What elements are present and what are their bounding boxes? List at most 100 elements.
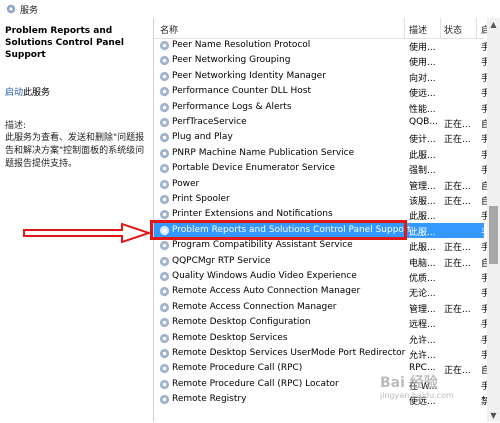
table-row[interactable]: Portable Device Enumerator Service 强制... 手 bbox=[154, 161, 490, 176]
service-name: Remote Access Connection Manager bbox=[172, 301, 337, 312]
service-gear-icon bbox=[159, 364, 170, 374]
table-row[interactable]: Peer Networking Identity Manager 向对... 手 bbox=[154, 69, 490, 84]
table-row[interactable]: Peer Networking Grouping 使用... 手 bbox=[154, 53, 490, 69]
table-row[interactable]: Peer Name Resolution Protocol 使用... 手 bbox=[154, 38, 490, 53]
window-titlebar: 服务 bbox=[0, 0, 500, 18]
table-row[interactable]: Performance Counter DLL Host 使远... 手 bbox=[154, 84, 490, 100]
description-label: 描述: bbox=[5, 121, 27, 131]
table-row[interactable]: Remote Desktop Configuration 远程... 手 bbox=[154, 315, 490, 331]
service-name: Power bbox=[172, 178, 200, 189]
service-gear-icon bbox=[159, 148, 170, 158]
scroll-up-icon[interactable]: ▲ bbox=[487, 18, 500, 31]
start-service-link-row: 启动此服务 bbox=[5, 85, 50, 98]
service-gear-icon bbox=[159, 241, 170, 251]
service-name: PNRP Machine Name Publication Service bbox=[172, 147, 355, 158]
service-name: Program Compatibility Assistant Service bbox=[172, 240, 353, 251]
service-description-cell: 该服... bbox=[409, 197, 436, 207]
service-name: Peer Name Resolution Protocol bbox=[172, 40, 311, 50]
table-row[interactable]: Remote Access Auto Connection Manager 无论.… bbox=[154, 284, 490, 300]
service-status: 正在... bbox=[444, 243, 471, 254]
service-description-cell: 允许... bbox=[409, 351, 436, 361]
service-description-cell: 电脑... bbox=[409, 258, 436, 269]
service-name: Remote Desktop Configuration bbox=[172, 317, 311, 328]
start-service-link[interactable]: 启动 bbox=[5, 88, 23, 98]
table-row[interactable]: QQPCMgr RTP Service 电脑... 正在... 自 bbox=[154, 254, 490, 269]
service-description-cell: 性能... bbox=[409, 104, 436, 115]
service-gear-icon bbox=[159, 271, 170, 282]
service-name: Plug and Play bbox=[172, 132, 233, 143]
service-name: Performance Logs & Alerts bbox=[172, 101, 292, 112]
service-gear-icon bbox=[159, 56, 170, 66]
service-gear-icon bbox=[159, 287, 170, 297]
service-gear-icon bbox=[159, 333, 170, 343]
column-header-name[interactable]: 名称 bbox=[160, 23, 178, 36]
description-pane: Problem Reports and Solutions Control Pa… bbox=[0, 18, 150, 422]
service-description-cell: 允许... bbox=[409, 335, 436, 346]
table-row[interactable] bbox=[154, 408, 484, 423]
table-row[interactable]: Quality Windows Audio Video Experience 优质… bbox=[154, 269, 490, 284]
service-description-cell: 无论... bbox=[409, 289, 436, 300]
service-gear-icon bbox=[159, 256, 170, 266]
column-separator[interactable] bbox=[440, 18, 441, 38]
column-header-status[interactable]: 状态 bbox=[444, 23, 462, 36]
service-description-cell: 使远... bbox=[409, 89, 436, 100]
service-name: Print Spooler bbox=[172, 194, 230, 204]
scroll-down-icon[interactable]: ▼ bbox=[487, 409, 500, 422]
service-name: Peer Networking Identity Manager bbox=[172, 70, 326, 81]
table-row[interactable]: Remote Access Connection Manager 管理... 正在.… bbox=[154, 300, 490, 315]
table-row[interactable]: Print Spooler 该服... 正在... 自 bbox=[154, 192, 490, 207]
scrollbar-thumb[interactable] bbox=[489, 206, 498, 264]
service-description-cell: 使计... bbox=[409, 135, 436, 146]
watermark-url: jingyan.baidu.com bbox=[380, 391, 454, 400]
service-gear-icon bbox=[159, 133, 170, 143]
vertical-scrollbar[interactable]: ▲ ▼ bbox=[487, 18, 500, 422]
service-description-cell: QQB... bbox=[409, 117, 438, 127]
service-status: 正在... bbox=[444, 366, 471, 377]
service-name: Remote Desktop Services bbox=[172, 332, 288, 343]
service-name: PerfTraceService bbox=[172, 117, 247, 127]
service-status: 正在... bbox=[444, 181, 471, 192]
service-name: Remote Procedure Call (RPC) Locator bbox=[172, 378, 339, 389]
table-row[interactable]: PerfTraceService QQB... 正在... 自 bbox=[154, 115, 490, 130]
service-status: 正在... bbox=[444, 258, 471, 269]
service-gear-icon bbox=[159, 395, 170, 405]
service-gear-icon bbox=[159, 179, 170, 189]
table-row[interactable]: PNRP Machine Name Publication Service 此服.… bbox=[154, 146, 490, 161]
column-separator[interactable] bbox=[404, 18, 405, 38]
service-description: 此服务为查看、发送和删除"问题报告和解决方案"控制面板的系统级问题报告提供支持。 bbox=[5, 133, 145, 169]
column-separator[interactable] bbox=[476, 18, 477, 38]
service-name: Peer Networking Grouping bbox=[172, 55, 291, 66]
annotation-arrow-icon bbox=[23, 222, 152, 244]
service-description-cell: 优质... bbox=[409, 274, 436, 284]
table-row[interactable]: Remote Desktop Services UserMode Port Re… bbox=[154, 346, 490, 361]
service-name: Portable Device Enumerator Service bbox=[172, 163, 336, 174]
service-description-cell: 管理... bbox=[409, 304, 436, 315]
service-name: QQPCMgr RTP Service bbox=[172, 255, 271, 266]
service-gear-icon bbox=[159, 71, 170, 81]
service-status: 正在... bbox=[444, 135, 471, 146]
service-name: Remote Access Auto Connection Manager bbox=[172, 286, 361, 297]
service-gear-icon bbox=[159, 102, 170, 112]
selected-service-title: Problem Reports and Solutions Control Pa… bbox=[5, 26, 124, 60]
service-name: Remote Procedure Call (RPC) bbox=[172, 363, 303, 374]
table-row[interactable]: Remote Desktop Services 允许... 手 bbox=[154, 331, 490, 346]
service-description-cell: 使用... bbox=[409, 58, 436, 69]
service-description-cell: 使用... bbox=[409, 43, 436, 53]
service-gear-icon bbox=[159, 348, 170, 359]
service-gear-icon bbox=[159, 318, 170, 328]
table-row[interactable]: Program Compatibility Assistant Service 此… bbox=[154, 238, 490, 254]
table-row[interactable]: Performance Logs & Alerts 性能... 手 bbox=[154, 100, 490, 115]
service-name: Performance Counter DLL Host bbox=[172, 86, 312, 97]
service-description-cell: 此服... bbox=[409, 227, 436, 238]
column-header-description[interactable]: 描述 bbox=[409, 23, 427, 36]
service-status: 正在... bbox=[444, 304, 471, 315]
service-description-cell: 管理... bbox=[409, 181, 436, 192]
table-row[interactable]: Power 管理... 正在... 自 bbox=[154, 177, 490, 192]
service-description-cell: 此服... bbox=[409, 212, 436, 223]
service-gear-icon bbox=[159, 194, 170, 205]
service-description-cell: 远程... bbox=[409, 320, 436, 331]
table-row[interactable]: Plug and Play 使计... 正在... 手 bbox=[154, 130, 490, 146]
watermark-logo: Bai 经验 bbox=[380, 375, 438, 391]
service-gear-icon bbox=[159, 117, 170, 128]
service-gear-icon bbox=[159, 40, 170, 51]
